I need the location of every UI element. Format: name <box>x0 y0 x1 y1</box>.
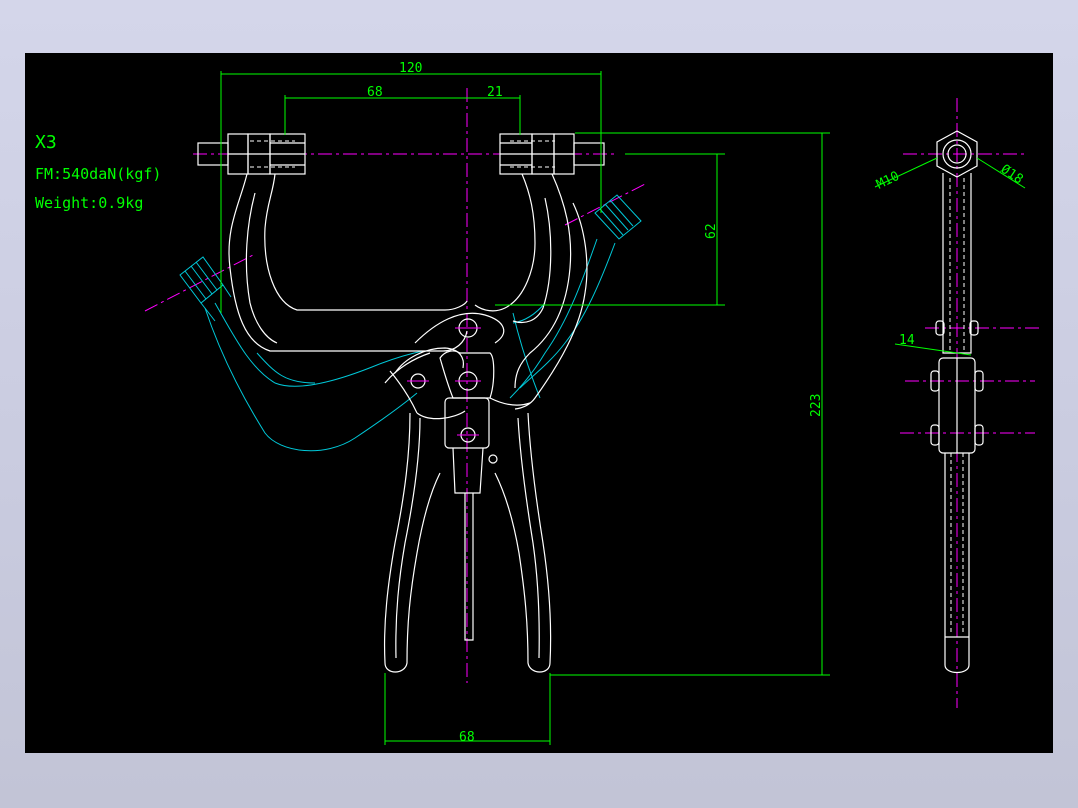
dim-thread: M10 <box>874 169 902 193</box>
force-note: FM:540daN(kgf) <box>35 165 161 183</box>
dimension-lines <box>220 71 1026 745</box>
clamp-drawing: X3 FM:540daN(kgf) Weight:0.9kg 120 68 21… <box>35 61 1040 745</box>
dim-thickness: 14 <box>899 333 915 348</box>
linkage-body <box>384 312 531 641</box>
weight-note: Weight:0.9kg <box>35 194 143 212</box>
dim-jaw-offset: 21 <box>487 85 503 100</box>
dimension-texts: 120 68 21 68 62 223 M10 Ø18 14 <box>367 61 1026 745</box>
model-label: X3 <box>35 132 57 153</box>
cad-drawing-area[interactable]: X3 FM:540daN(kgf) Weight:0.9kg 120 68 21… <box>25 53 1053 753</box>
pivot-holes <box>407 318 498 464</box>
dim-jaw-height: 62 <box>704 223 719 239</box>
handles <box>383 412 552 673</box>
left-bolt <box>197 133 306 175</box>
dim-pivot-offset: 68 <box>367 85 383 100</box>
dim-overall-width: 120 <box>399 61 422 76</box>
jaw-frame <box>228 173 588 410</box>
dim-overall-height: 223 <box>809 394 824 417</box>
centerlines <box>144 88 648 683</box>
dim-hex-dia: Ø18 <box>998 162 1026 188</box>
open-position-outline <box>179 194 642 452</box>
dim-handle-spread: 68 <box>459 730 475 745</box>
side-view <box>900 98 1040 708</box>
